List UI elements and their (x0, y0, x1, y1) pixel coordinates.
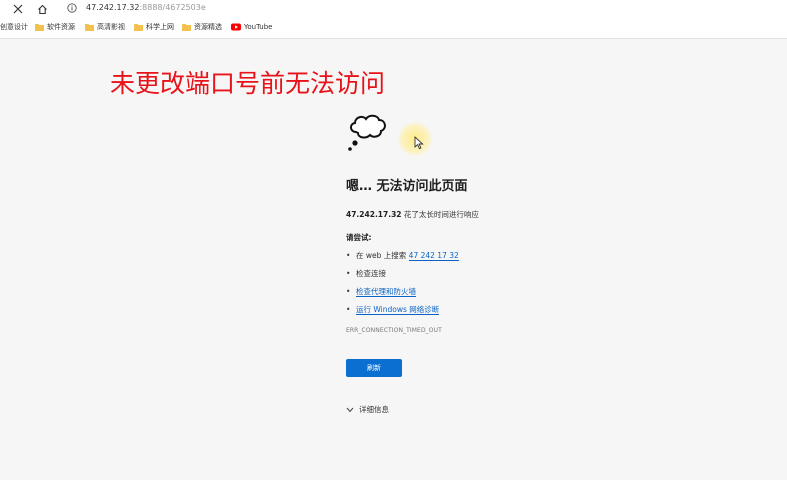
mouse-cursor-icon (414, 136, 424, 150)
error-host: 47.242.17.32 (346, 210, 402, 219)
address-bar[interactable]: 47.242.17.32:8888/4672503e (86, 3, 206, 13)
site-info-icon[interactable] (67, 3, 77, 13)
error-code: ERR_CONNECTION_TIMED_OUT (346, 327, 442, 334)
error-description-text: 花了太长时间进行响应 (401, 210, 479, 219)
home-button[interactable] (34, 2, 50, 16)
bullet: • (346, 269, 351, 278)
folder-icon (35, 24, 44, 31)
annotation-caption: 未更改端口号前无法访问 (110, 69, 386, 98)
browser-chrome: 47.242.17.32:8888/4672503e 创意设计 软件资源 高清影… (0, 0, 787, 39)
chevron-down-icon (346, 407, 354, 412)
search-link[interactable]: 47 242 17 32 (408, 251, 459, 261)
bookmarks-bar: 创意设计 软件资源 高清影视 科学上网 资源精选 YouTube (0, 20, 787, 34)
check-connection-text: 检查连接 (356, 269, 386, 278)
bookmark-label: 科学上网 (146, 23, 174, 31)
suggestion-run-diagnostics: • 运行 Windows 网络诊断 (346, 304, 440, 315)
bullet: • (346, 287, 351, 296)
home-icon (37, 4, 47, 14)
folder-icon (134, 24, 143, 31)
youtube-icon (231, 23, 241, 31)
bookmark-label: 创意设计 (0, 23, 28, 31)
error-description: 47.242.17.32 花了太长时间进行响应 (346, 209, 479, 220)
thought-cloud-icon (348, 114, 386, 151)
suggestion-search: • 在 web 上搜索 47 242 17 32 (346, 250, 459, 261)
folder-icon (182, 24, 191, 31)
bookmark-item[interactable]: 创意设计 (0, 21, 28, 33)
bullet: • (346, 251, 351, 260)
url-host: 47.242.17.32 (86, 3, 140, 12)
close-tab-button[interactable] (10, 2, 26, 16)
bookmark-label: YouTube (244, 23, 273, 31)
suggestion-check-connection: • 检查连接 (346, 268, 386, 279)
details-toggle[interactable]: 详细信息 (346, 404, 389, 415)
bookmark-label: 高清影视 (97, 23, 125, 31)
close-icon (13, 4, 23, 14)
bookmark-item[interactable]: 软件资源 (35, 21, 75, 33)
bookmark-item[interactable]: YouTube (231, 21, 272, 33)
folder-icon (85, 24, 94, 31)
bookmark-item[interactable]: 资源精选 (182, 21, 222, 33)
bullet: • (346, 305, 351, 314)
address-row: 47.242.17.32:8888/4672503e (0, 0, 787, 18)
details-label: 详细信息 (359, 405, 389, 414)
error-heading: 嗯… 无法访问此页面 (346, 179, 468, 194)
bookmark-item[interactable]: 高清影视 (85, 21, 125, 33)
url-path: :8888/4672503e (139, 3, 206, 12)
run-diagnostics-link[interactable]: 运行 Windows 网络诊断 (356, 305, 440, 315)
suggestion-search-prefix: 在 web 上搜索 (356, 251, 409, 260)
try-label: 请尝试: (346, 233, 372, 242)
bookmark-item[interactable]: 科学上网 (134, 21, 174, 33)
suggestion-check-proxy: • 检查代理和防火墙 (346, 286, 416, 297)
bookmark-label: 资源精选 (194, 23, 222, 31)
refresh-button[interactable]: 刷新 (346, 359, 402, 377)
check-proxy-link[interactable]: 检查代理和防火墙 (356, 287, 416, 297)
bookmark-label: 软件资源 (47, 23, 75, 31)
